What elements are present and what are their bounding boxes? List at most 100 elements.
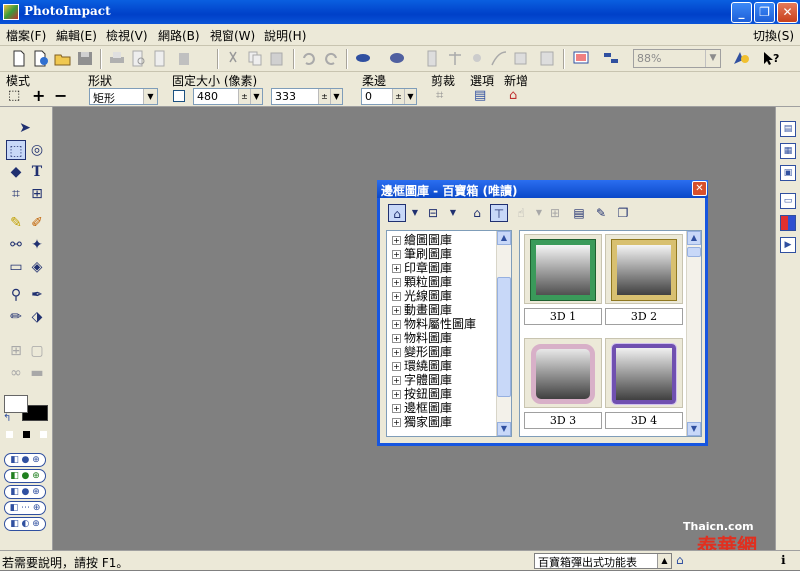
default-white-swatch[interactable] bbox=[6, 431, 13, 438]
quick-command-icon[interactable]: ▭ bbox=[780, 193, 796, 209]
scan-icon[interactable] bbox=[152, 50, 170, 67]
hand-icon[interactable]: ☝ bbox=[512, 204, 530, 222]
stack-icon[interactable] bbox=[354, 50, 372, 67]
menu-view[interactable]: 檢視(V) bbox=[106, 27, 148, 44]
close-button[interactable]: ✕ bbox=[777, 2, 798, 23]
selection-tool-icon[interactable]: ⬚ bbox=[6, 140, 26, 160]
levels-icon[interactable] bbox=[512, 50, 530, 67]
sun-icon[interactable] bbox=[468, 50, 486, 67]
screen-icon[interactable] bbox=[572, 50, 590, 67]
soft-edge-field[interactable]: 0 ± ▼ bbox=[361, 88, 417, 105]
tree-item[interactable]: + 繪圖圖庫 bbox=[392, 233, 452, 247]
balance-icon[interactable] bbox=[446, 50, 464, 67]
crop-tool-icon[interactable]: ⌗ bbox=[6, 184, 26, 204]
tree-item[interactable]: + 物料圖庫 bbox=[392, 331, 452, 345]
info-icon[interactable]: ℹ bbox=[781, 553, 786, 567]
go-icon[interactable] bbox=[732, 50, 750, 67]
soft-spinner-icon[interactable]: ± bbox=[392, 89, 404, 104]
menu-switch[interactable]: 切換(S) bbox=[753, 27, 794, 44]
tree-item[interactable]: + 獨家圖庫 bbox=[392, 415, 452, 429]
fixed-size-checkbox[interactable] bbox=[173, 90, 185, 102]
height-field[interactable]: 333 ± ▼ bbox=[271, 88, 343, 105]
chevron-down-icon[interactable]: ▼ bbox=[687, 422, 701, 436]
menu-web[interactable]: 網路(B) bbox=[158, 27, 200, 44]
expand-panel-icon[interactable]: ▶ bbox=[780, 237, 796, 253]
menu-window[interactable]: 視窗(W) bbox=[210, 27, 255, 44]
new-icon[interactable] bbox=[10, 50, 28, 67]
chevron-down-icon[interactable]: ▼ bbox=[250, 89, 262, 104]
lasso-tool-icon[interactable]: ◎ bbox=[27, 140, 47, 160]
options-icon[interactable]: ▤ bbox=[474, 88, 486, 103]
swap-colors-icon[interactable]: ↰ bbox=[3, 413, 11, 424]
chevron-down-icon[interactable]: ▼ bbox=[444, 204, 462, 222]
fill-tool-icon[interactable]: ◈ bbox=[27, 257, 47, 277]
cut-icon[interactable] bbox=[224, 50, 242, 67]
panel-toggle-layers-icon[interactable]: ◧ ● ⊕ bbox=[4, 453, 46, 467]
tree-item[interactable]: + 字體圖庫 bbox=[392, 373, 452, 387]
copy-icon[interactable] bbox=[246, 50, 264, 67]
new-web-icon[interactable] bbox=[32, 50, 50, 67]
default-white-swatch-2[interactable] bbox=[40, 431, 47, 438]
tree-scrollbar[interactable]: ▲ ▼ bbox=[496, 231, 511, 436]
duplicate-icon[interactable]: ❐ bbox=[614, 204, 632, 222]
height-spinner-icon[interactable]: ± bbox=[318, 89, 330, 104]
menu-edit[interactable]: 編輯(E) bbox=[56, 27, 97, 44]
chevron-down-icon[interactable]: ▼ bbox=[330, 89, 342, 104]
gallery-item[interactable] bbox=[605, 338, 683, 408]
subtract-mode-icon[interactable]: − bbox=[54, 86, 67, 105]
easy-palette-combo[interactable]: 百寶箱彈出式功能表 ▲ bbox=[534, 553, 672, 569]
shape-tool-icon[interactable]: ◆ bbox=[6, 162, 26, 182]
restore-button[interactable]: ❐ bbox=[754, 2, 775, 23]
easy-palette-icon[interactable]: ▤ bbox=[780, 121, 796, 137]
tree-item[interactable]: + 光線圖庫 bbox=[392, 289, 452, 303]
ruler-tool-icon[interactable]: ▬ bbox=[27, 363, 47, 383]
doc-icon[interactable] bbox=[424, 50, 442, 67]
gallery-item[interactable] bbox=[524, 338, 602, 408]
eraser-tool-icon[interactable]: ✐ bbox=[27, 213, 47, 233]
open-icon[interactable] bbox=[54, 50, 72, 67]
undo-icon[interactable] bbox=[300, 50, 318, 67]
gallery-drawer-icon[interactable]: ⊟ bbox=[424, 204, 442, 222]
frame-tool-icon[interactable]: ▢ bbox=[27, 341, 47, 361]
paint-tool-icon[interactable]: ✎ bbox=[6, 213, 26, 233]
list-icon[interactable] bbox=[538, 50, 556, 67]
chevron-up-icon[interactable]: ▲ bbox=[687, 231, 701, 245]
selection-mode-icon[interactable]: ⬚ bbox=[8, 88, 20, 103]
help-pointer-icon[interactable]: ? bbox=[762, 50, 780, 67]
panel-toggle-gallery-icon[interactable]: ◧ ● ⊕ bbox=[4, 469, 46, 483]
close-icon[interactable]: ✕ bbox=[692, 181, 707, 196]
zoom-tool-icon[interactable]: ⚲ bbox=[6, 285, 26, 305]
gallery-home-icon[interactable]: ⌂ bbox=[388, 204, 406, 222]
tree-item[interactable]: + 印章圖庫 bbox=[392, 261, 452, 275]
crop-icon[interactable]: ⌗ bbox=[436, 88, 443, 103]
width-spinner-icon[interactable]: ± bbox=[238, 89, 250, 104]
width-field[interactable]: 480 ± ▼ bbox=[193, 88, 263, 105]
print-preview-icon[interactable] bbox=[130, 50, 148, 67]
link-tool-icon[interactable]: ∞ bbox=[6, 363, 26, 383]
tree-item[interactable]: + 邊框圖庫 bbox=[392, 401, 452, 415]
mask-icon[interactable] bbox=[388, 50, 406, 67]
tree-item[interactable]: + 筆刷圖庫 bbox=[392, 247, 452, 261]
tree-item[interactable]: + 環繞圖庫 bbox=[392, 359, 452, 373]
clone-tool-icon[interactable]: ⚯ bbox=[6, 235, 26, 255]
panel-toggle-all-icon[interactable]: ◧ ◐ ⊕ bbox=[4, 517, 46, 531]
export-icon[interactable] bbox=[176, 50, 194, 67]
chevron-up-icon[interactable]: ▲ bbox=[497, 231, 511, 245]
tree-view-icon[interactable]: ⊤ bbox=[490, 204, 508, 222]
zoom-combo[interactable]: 88% ▼ bbox=[633, 49, 721, 68]
chevron-down-icon[interactable]: ▼ bbox=[497, 422, 511, 436]
tree-item[interactable]: + 變形圖庫 bbox=[392, 345, 452, 359]
chevron-up-icon[interactable]: ▲ bbox=[657, 554, 671, 568]
thumbnail-grid-icon[interactable]: ⊞ bbox=[546, 204, 564, 222]
retouch-tool-icon[interactable]: ✦ bbox=[27, 235, 47, 255]
redo-icon[interactable] bbox=[322, 50, 340, 67]
layer-manager-icon[interactable]: ▦ bbox=[780, 143, 796, 159]
tree-item[interactable]: + 按鈕圖庫 bbox=[392, 387, 452, 401]
eraser-icon[interactable]: ▭ bbox=[6, 257, 26, 277]
add-mode-icon[interactable]: + bbox=[32, 86, 45, 105]
text-tool-icon[interactable]: T bbox=[27, 162, 47, 182]
gallery-item[interactable] bbox=[605, 234, 683, 304]
menu-help[interactable]: 說明(H) bbox=[264, 27, 306, 44]
paste-icon[interactable] bbox=[268, 50, 286, 67]
color-panel-icon[interactable] bbox=[780, 215, 796, 231]
